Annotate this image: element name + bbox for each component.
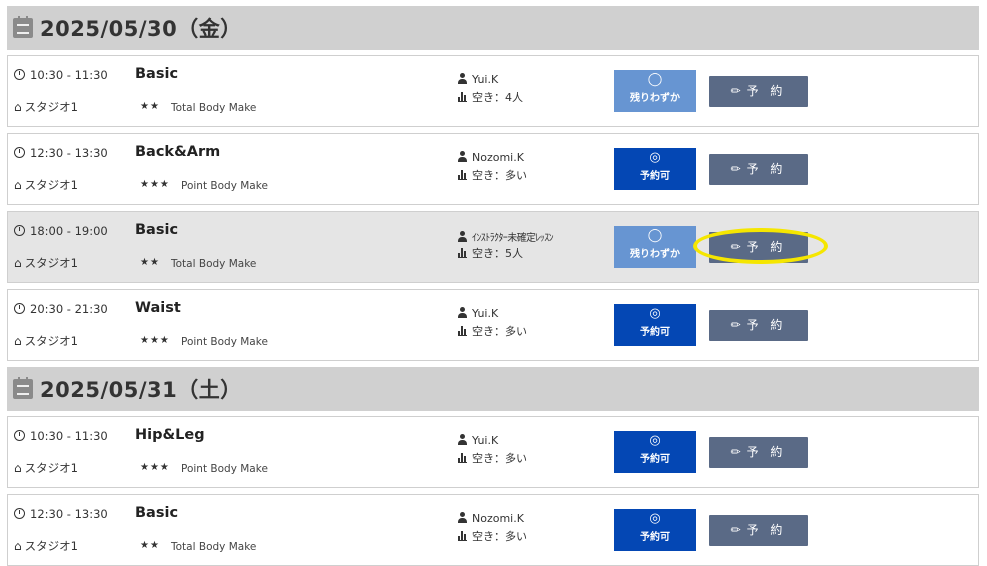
lesson-studio: ⌂ スタジオ1 [14,461,78,475]
clock-icon [14,147,25,158]
date-header: 2025/05/31（土） [7,367,979,411]
bar-chart-icon [458,169,467,180]
status-badge: ◯ 残りわずか [614,226,696,268]
date-header: 2025/05/30（金） [7,6,979,50]
pencil-icon: ✏︎ [730,162,741,176]
lesson-type: Total Body Make [171,541,257,553]
reserve-button[interactable]: ✏︎ 予 約 [709,76,808,107]
lesson-type: Point Body Make [181,463,268,475]
lesson-instructor: Nozomi.K [458,512,524,525]
lesson-availability: 空き：4人 [458,89,523,105]
clock-icon [14,430,25,441]
person-icon [458,231,467,242]
lesson-stars: ★★★ [140,462,170,473]
pencil-icon: ✏︎ [730,318,741,332]
person-icon [458,151,467,162]
person-icon [458,307,467,318]
reserve-button[interactable]: ✏︎ 予 約 [709,515,808,546]
calendar-icon [13,16,33,38]
status-badge: ◎ 予約可 [614,148,696,190]
lesson-instructor: ｲﾝｽﾄﾗｸﾀｰ未確定ﾚｯｽﾝ [458,229,554,244]
lesson-studio: ⌂ スタジオ1 [14,100,78,114]
bar-chart-icon [458,91,467,102]
lesson-time: 12:30 - 13:30 [14,146,108,160]
lesson-row: 12:30 - 13:30 ⌂ スタジオ1 Back&Arm ★★★ Point … [7,133,979,205]
lesson-name: Waist [135,300,181,316]
bar-chart-icon [458,247,467,258]
lesson-studio: ⌂ スタジオ1 [14,539,78,553]
lesson-time: 12:30 - 13:30 [14,507,108,521]
home-icon: ⌂ [14,100,22,114]
lesson-name: Basic [135,505,179,521]
reserve-button[interactable]: ✏︎ 予 約 [709,310,808,341]
pencil-icon: ✏︎ [730,84,741,98]
lesson-row: 12:30 - 13:30 ⌂ スタジオ1 Basic ★★ Total Body… [7,494,979,566]
person-icon [458,434,467,445]
lesson-instructor: Nozomi.K [458,151,524,164]
lesson-time: 10:30 - 11:30 [14,429,108,443]
lesson-type: Point Body Make [181,336,268,348]
lesson-row: 10:30 - 11:30 ⌂ スタジオ1 Hip&Leg ★★★ Point B… [7,416,979,488]
pencil-icon: ✏︎ [730,240,741,254]
date-title: 2025/05/31（土） [40,378,242,402]
clock-icon [14,69,25,80]
home-icon: ⌂ [14,256,22,270]
lesson-time: 18:00 - 19:00 [14,224,108,238]
clock-icon [14,508,25,519]
home-icon: ⌂ [14,461,22,475]
pencil-icon: ✏︎ [730,445,741,459]
lesson-availability: 空き：多い [458,450,527,466]
lesson-name: Basic [135,66,179,82]
lesson-stars: ★★★ [140,335,170,346]
lesson-availability: 空き：5人 [458,245,523,261]
lesson-name: Back&Arm [135,144,221,160]
lesson-instructor: Yui.K [458,434,498,447]
person-icon [458,73,467,84]
lesson-stars: ★★ [140,257,160,268]
lesson-type: Point Body Make [181,180,268,192]
status-badge: ◯ 残りわずか [614,70,696,112]
clock-icon [14,225,25,236]
home-icon: ⌂ [14,539,22,553]
lesson-row: 10:30 - 11:30 ⌂ スタジオ1 Basic ★★ Total Body… [7,55,979,127]
reserve-button[interactable]: ✏︎ 予 約 [709,154,808,185]
lesson-instructor: Yui.K [458,73,498,86]
clock-icon [14,303,25,314]
lesson-availability: 空き：多い [458,167,527,183]
lesson-row: 20:30 - 21:30 ⌂ スタジオ1 Waist ★★★ Point Bod… [7,289,979,361]
lesson-instructor: Yui.K [458,307,498,320]
lesson-time: 10:30 - 11:30 [14,68,108,82]
home-icon: ⌂ [14,334,22,348]
status-badge: ◎ 予約可 [614,431,696,473]
pencil-icon: ✏︎ [730,523,741,537]
lesson-time: 20:30 - 21:30 [14,302,108,316]
lesson-studio: ⌂ スタジオ1 [14,178,78,192]
lesson-type: Total Body Make [171,102,257,114]
lesson-type: Total Body Make [171,258,257,270]
reserve-button[interactable]: ✏︎ 予 約 [709,437,808,468]
reserve-button[interactable]: ✏︎ 予 約 [709,232,808,263]
status-badge: ◎ 予約可 [614,509,696,551]
lesson-studio: ⌂ スタジオ1 [14,334,78,348]
lesson-name: Basic [135,222,179,238]
person-icon [458,512,467,523]
lesson-availability: 空き：多い [458,528,527,544]
bar-chart-icon [458,452,467,463]
status-badge: ◎ 予約可 [614,304,696,346]
lesson-name: Hip&Leg [135,427,205,443]
lesson-studio: ⌂ スタジオ1 [14,256,78,270]
calendar-icon [13,377,33,399]
lesson-stars: ★★ [140,540,160,551]
date-title: 2025/05/30（金） [40,17,242,41]
lesson-row: 18:00 - 19:00 ⌂ スタジオ1 Basic ★★ Total Body… [7,211,979,283]
bar-chart-icon [458,325,467,336]
lesson-availability: 空き：多い [458,323,527,339]
lesson-stars: ★★ [140,101,160,112]
home-icon: ⌂ [14,178,22,192]
lesson-stars: ★★★ [140,179,170,190]
bar-chart-icon [458,530,467,541]
